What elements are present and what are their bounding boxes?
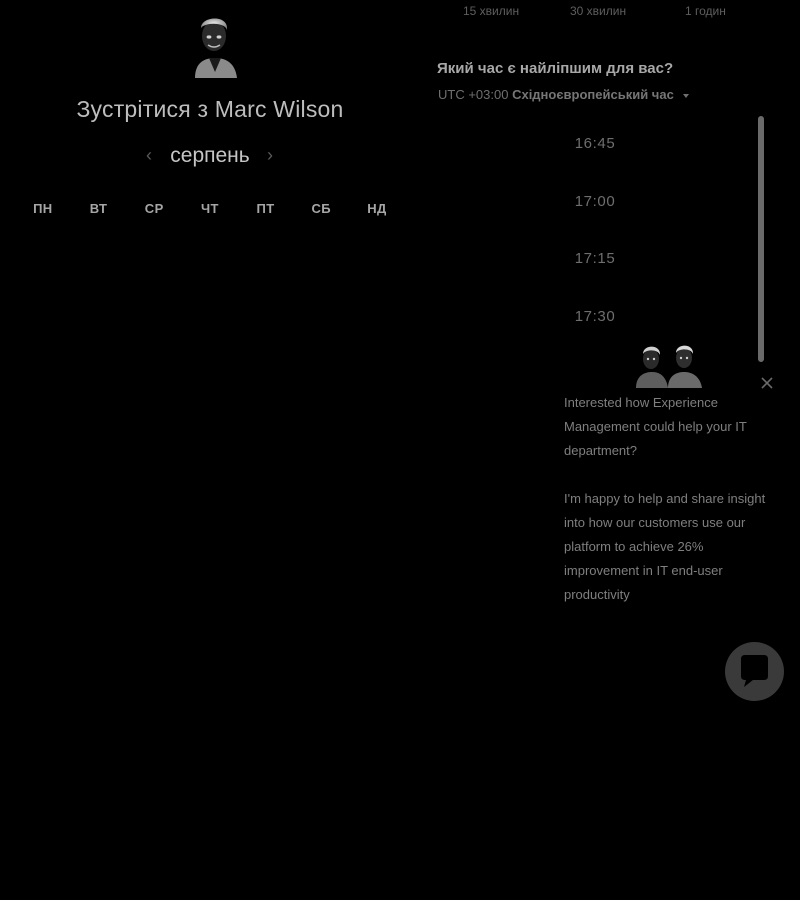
calendar-day[interactable] <box>238 226 294 278</box>
calendar-day[interactable] <box>15 226 71 278</box>
calendar-day[interactable] <box>349 278 405 330</box>
calendar-day[interactable] <box>71 278 127 330</box>
calendar-day[interactable] <box>15 382 71 434</box>
chat-bubble-icon <box>741 655 768 687</box>
caret-down-icon <box>683 93 690 98</box>
calendar-day[interactable] <box>293 278 349 330</box>
duration-60-tab[interactable]: 1 годин <box>685 4 726 18</box>
duration-30-tab[interactable]: 30 хвилин <box>570 4 626 18</box>
weekday-label: НД <box>367 201 387 216</box>
month-label: серпень <box>170 144 250 167</box>
scheduling-page: Зустрітися з Marc Wilson ‹ серпень › ПН … <box>0 0 800 900</box>
calendar-day[interactable] <box>349 226 405 278</box>
calendar-day[interactable] <box>238 382 294 434</box>
weekday-header: ПН ВТ СР ЧТ ПТ СБ НД <box>15 201 405 216</box>
weekday-label: СР <box>144 201 164 216</box>
calendar-day[interactable] <box>293 226 349 278</box>
chevron-left-icon[interactable]: ‹ <box>142 145 156 166</box>
calendar-day[interactable] <box>349 434 405 486</box>
duration-15-tab[interactable]: 15 хвилин <box>463 4 519 18</box>
calendar-day[interactable] <box>238 434 294 486</box>
weekday-label: ЧТ <box>200 201 219 216</box>
timezone-name: Східноєвропейський час <box>512 87 674 102</box>
month-navigation: ‹ серпень › <box>140 143 280 171</box>
calendar-day[interactable] <box>126 278 182 330</box>
close-icon[interactable] <box>759 375 775 391</box>
chat-message-text: I'm happy to help and share insight into… <box>564 491 766 602</box>
calendar-day[interactable] <box>126 330 182 382</box>
calendar-week <box>15 330 405 382</box>
calendar-day[interactable] <box>182 434 238 486</box>
calendar-grid <box>15 226 405 486</box>
time-slot[interactable]: 16:45 <box>540 132 650 190</box>
calendar-day[interactable] <box>71 434 127 486</box>
calendar-day[interactable] <box>293 382 349 434</box>
calendar-day[interactable] <box>293 434 349 486</box>
calendar-day[interactable] <box>349 330 405 382</box>
calendar-day[interactable] <box>71 330 127 382</box>
time-slot[interactable]: 17:15 <box>540 247 650 305</box>
calendar-day[interactable] <box>126 382 182 434</box>
time-slot-scrollbar[interactable] <box>758 116 764 362</box>
calendar-day[interactable] <box>71 226 127 278</box>
page-title: Зустрітися з Marc Wilson <box>76 96 344 122</box>
calendar-day[interactable] <box>182 330 238 382</box>
weekday-label: ПТ <box>256 201 275 216</box>
calendar-day[interactable] <box>126 226 182 278</box>
calendar-day[interactable] <box>182 382 238 434</box>
weekday-label: СБ <box>311 201 332 216</box>
host-avatar <box>195 18 237 78</box>
timezone-offset: UTC +03:00 <box>438 87 509 102</box>
calendar-day[interactable] <box>126 434 182 486</box>
calendar-day[interactable] <box>15 434 71 486</box>
chat-launcher-button[interactable] <box>725 642 784 701</box>
calendar-week <box>15 382 405 434</box>
calendar-week <box>15 278 405 330</box>
calendar-day[interactable] <box>182 226 238 278</box>
time-question-heading: Який час є найліпшим для вас? <box>437 60 674 77</box>
calendar-day[interactable] <box>293 330 349 382</box>
calendar-day[interactable] <box>15 278 71 330</box>
calendar-day[interactable] <box>238 278 294 330</box>
chat-message: Interested how Experience Management cou… <box>564 391 774 607</box>
chat-agents-avatar <box>636 345 702 388</box>
chat-message-text: Interested how Experience Management cou… <box>564 395 747 458</box>
duration-tabs: 15 хвилин 30 хвилин 1 годин <box>437 4 767 22</box>
calendar-day[interactable] <box>71 382 127 434</box>
weekday-label: ВТ <box>89 201 108 216</box>
time-slot-list: 16:45 17:00 17:15 17:30 <box>540 132 650 363</box>
calendar-week <box>15 226 405 278</box>
calendar-day[interactable] <box>15 330 71 382</box>
weekday-label: ПН <box>33 201 53 216</box>
calendar-week <box>15 434 405 486</box>
chevron-right-icon[interactable]: › <box>263 145 277 166</box>
calendar-day[interactable] <box>238 330 294 382</box>
time-slot[interactable]: 17:00 <box>540 190 650 248</box>
timezone-select[interactable]: UTC +03:00 Східноєвропейський час <box>438 87 690 102</box>
calendar-day[interactable] <box>182 278 238 330</box>
calendar-day[interactable] <box>349 382 405 434</box>
